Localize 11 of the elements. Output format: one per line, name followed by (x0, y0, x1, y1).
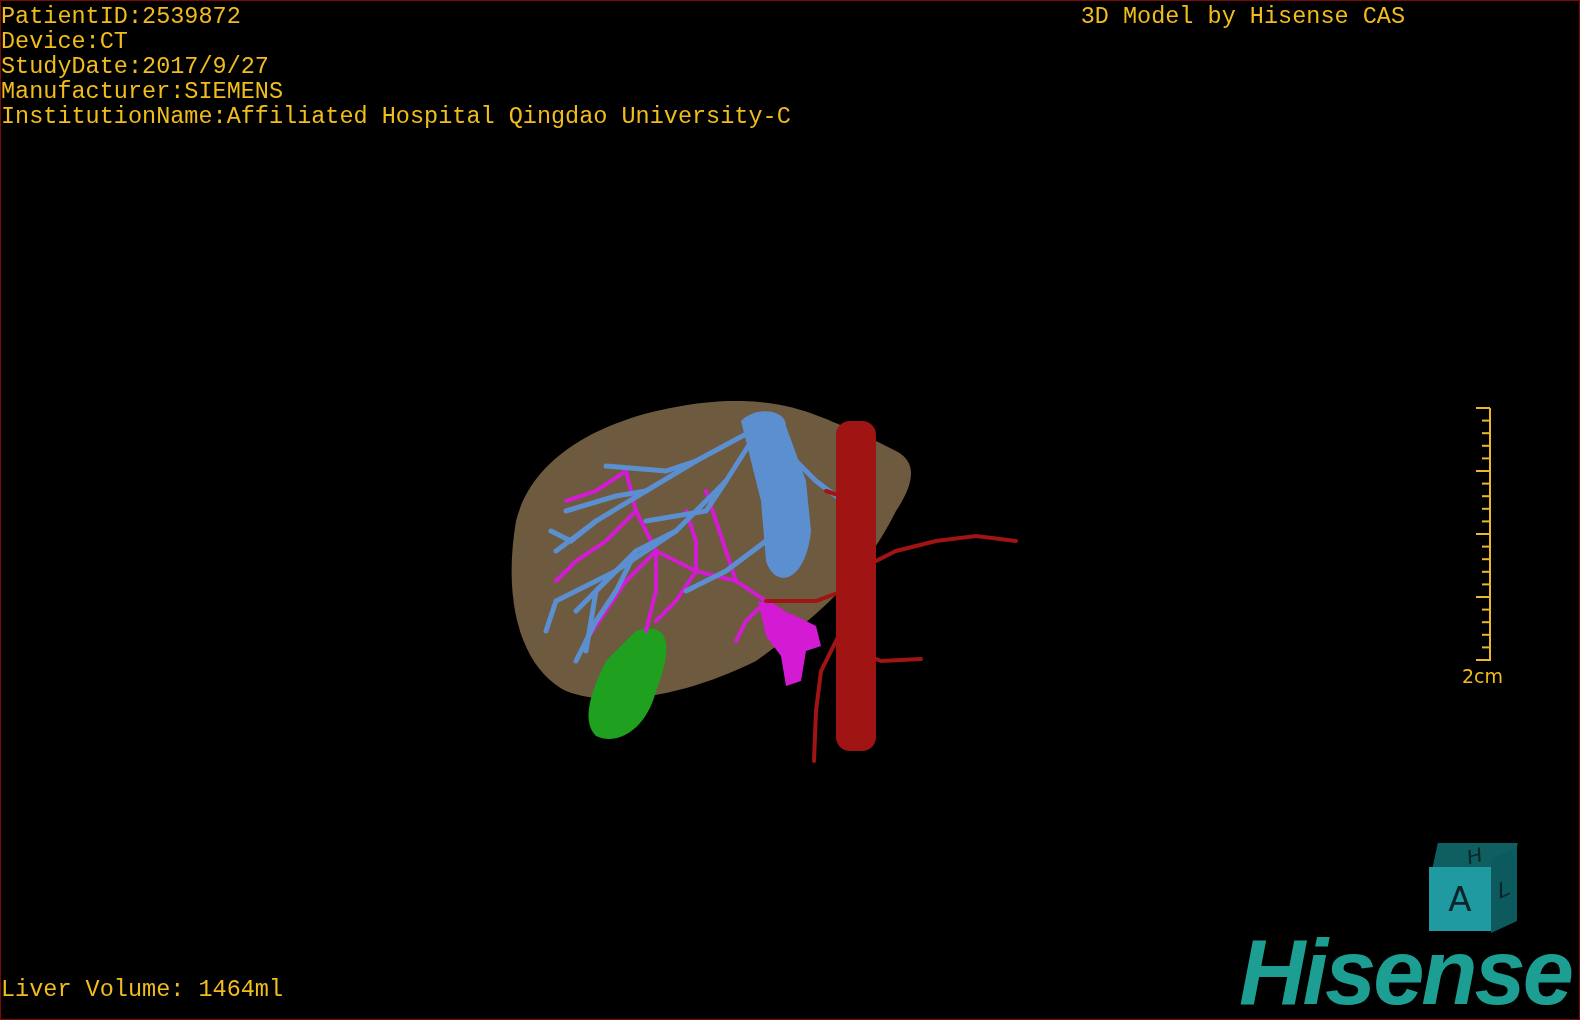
viewer-title: 3D Model by Hisense CAS (1080, 2, 1405, 32)
study-info-line: Device:CT (1, 29, 129, 54)
study-info-line: PatientID:2539872 (1, 2, 242, 29)
cube-top-label: H (1466, 843, 1484, 869)
study-info-line: StudyDate:2017/9/27 (1, 54, 270, 79)
liver-volume-text: Liver Volume: 1464ml (1, 977, 285, 1005)
scale-ruler-icon (1473, 407, 1493, 663)
scale-label: 2cm (1461, 665, 1503, 687)
study-info-line: InstitutionName:Affiliated Hospital Qingdao University-C (1, 104, 791, 129)
study-info-line: Manufacturer:SIEMENS (1, 79, 285, 104)
cube-front-label: A (1448, 881, 1472, 917)
